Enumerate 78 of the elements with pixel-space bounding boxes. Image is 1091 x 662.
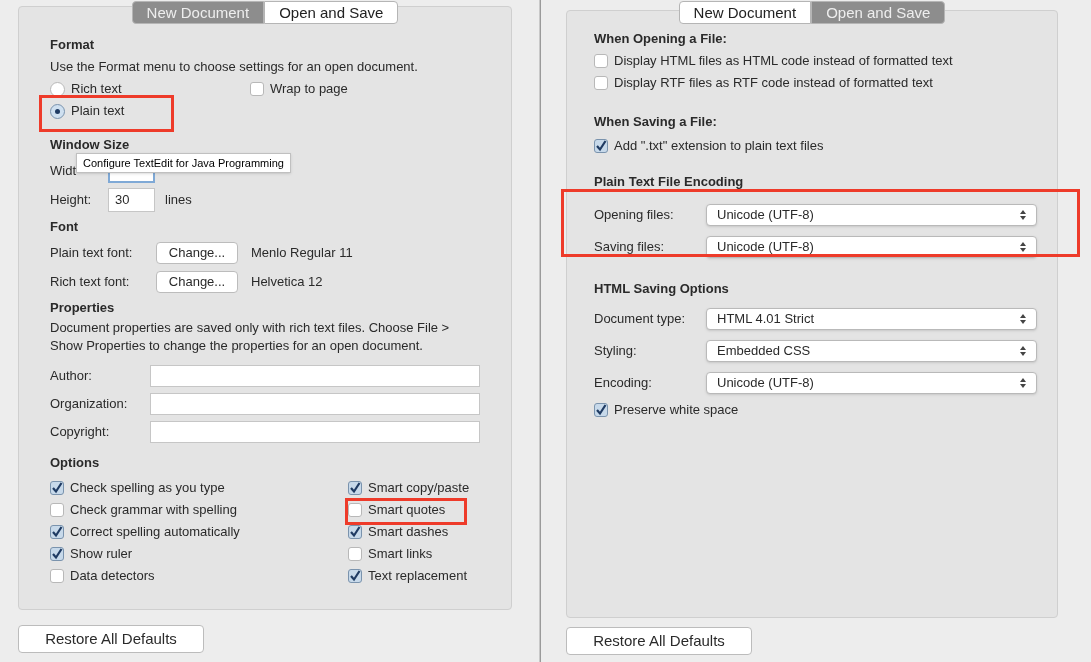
popup-menu[interactable]: Embedded CSS	[706, 340, 1037, 362]
popup-menu[interactable]: Unicode (UTF-8)	[706, 204, 1037, 226]
size-label: Height:	[50, 190, 93, 209]
checkbox-label: Show ruler	[70, 545, 133, 564]
checkbox[interactable]	[594, 54, 608, 68]
tab[interactable]: New Document	[678, 1, 812, 24]
property-field[interactable]	[150, 421, 480, 443]
section-heading: When Saving a File:	[594, 113, 718, 132]
restore-defaults-button[interactable]: Restore All Defaults	[18, 625, 204, 653]
checkbox-label: Display RTF files as RTF code instead of formatted text	[614, 74, 933, 93]
checkbox-label: Smart links	[368, 545, 433, 564]
up-down-arrows-icon	[1020, 346, 1026, 356]
encoding-label: Saving files:	[594, 238, 666, 257]
checkbox[interactable]	[348, 481, 362, 495]
encoding-label: Opening files:	[594, 206, 675, 225]
checkbox[interactable]	[50, 569, 64, 583]
up-down-arrows-icon	[1020, 242, 1026, 252]
section-heading: HTML Saving Options	[594, 280, 730, 299]
checkbox-label: Text replacement	[368, 567, 467, 586]
checkbox[interactable]	[348, 569, 362, 583]
unit-label: lines	[165, 190, 192, 209]
checkbox-label: Preserve white space	[614, 401, 739, 420]
checkbox-label: Wrap to page	[270, 80, 348, 99]
size-field[interactable]: 30	[108, 187, 155, 212]
section-heading: Properties	[50, 299, 116, 318]
html-option-label: Encoding:	[594, 374, 653, 393]
change-button[interactable]: Change...	[156, 241, 238, 264]
section-heading: Options	[50, 454, 101, 473]
tooltip: Configure TextEdit for Java Programming	[76, 153, 291, 173]
section-heading: Plain Text File Encoding	[594, 173, 745, 192]
checkbox-label: Smart copy/paste	[368, 479, 470, 498]
up-down-arrows-icon	[1020, 314, 1026, 324]
checkbox[interactable]	[594, 139, 608, 153]
checkbox[interactable]	[348, 503, 362, 517]
property-field[interactable]	[150, 393, 480, 415]
font-value: Menlo Regular 11	[251, 243, 353, 262]
restore-defaults-button[interactable]: Restore All Defaults	[566, 627, 752, 655]
properties-description: Document properties are saved only with rich text files. Choose File > Show Properties to change the properties for an open document.	[50, 319, 451, 355]
property-field[interactable]	[150, 365, 480, 387]
section-heading: When Opening a File:	[594, 30, 728, 49]
change-button[interactable]: Change...	[156, 270, 238, 293]
section-heading: Font	[50, 218, 80, 237]
checkbox[interactable]	[594, 76, 608, 90]
radio-label: Plain text	[71, 102, 125, 121]
up-down-arrows-icon	[1020, 210, 1026, 220]
checkbox[interactable]	[348, 547, 362, 561]
checkbox-label: Check grammar with spelling	[70, 501, 237, 520]
checkbox-label: Smart dashes	[368, 523, 449, 542]
checkbox[interactable]	[348, 525, 362, 539]
html-option-label: Document type:	[594, 310, 687, 329]
property-label: Author:	[50, 367, 93, 386]
tab[interactable]: Open and Save	[264, 1, 399, 24]
checkbox-label: Correct spelling automatically	[70, 523, 240, 542]
section-heading: Window Size	[50, 136, 131, 155]
checkbox[interactable]	[50, 481, 64, 495]
html-option-label: Styling:	[594, 342, 638, 361]
checkbox[interactable]	[50, 503, 64, 517]
checkbox-label: Check spelling as you type	[70, 479, 225, 498]
format-description: Use the Format menu to choose settings for an open document.	[50, 58, 419, 77]
property-label: Copyright:	[50, 423, 111, 442]
radio-button[interactable]	[50, 103, 65, 119]
checkbox-label: Data detectors	[70, 567, 155, 586]
popup-menu[interactable]: HTML 4.01 Strict	[706, 308, 1037, 330]
radio-label: Rich text	[71, 80, 122, 99]
checkbox-label: Add ".txt" extension to plain text files	[614, 137, 824, 156]
property-label: Organization:	[50, 395, 129, 414]
font-value: Helvetica 12	[251, 272, 323, 291]
checkbox[interactable]	[594, 403, 608, 417]
popup-menu[interactable]: Unicode (UTF-8)	[706, 372, 1037, 394]
section-heading: Format	[50, 36, 96, 55]
font-label: Rich text font:	[50, 272, 131, 291]
checkbox[interactable]	[250, 82, 264, 96]
up-down-arrows-icon	[1020, 378, 1026, 388]
checkbox[interactable]	[50, 547, 64, 561]
checkbox[interactable]	[50, 525, 64, 539]
checkbox-label: Display HTML files as HTML code instead of formatted text	[614, 52, 953, 71]
checkbox-label: Smart quotes	[368, 501, 446, 520]
font-label: Plain text font:	[50, 243, 134, 262]
